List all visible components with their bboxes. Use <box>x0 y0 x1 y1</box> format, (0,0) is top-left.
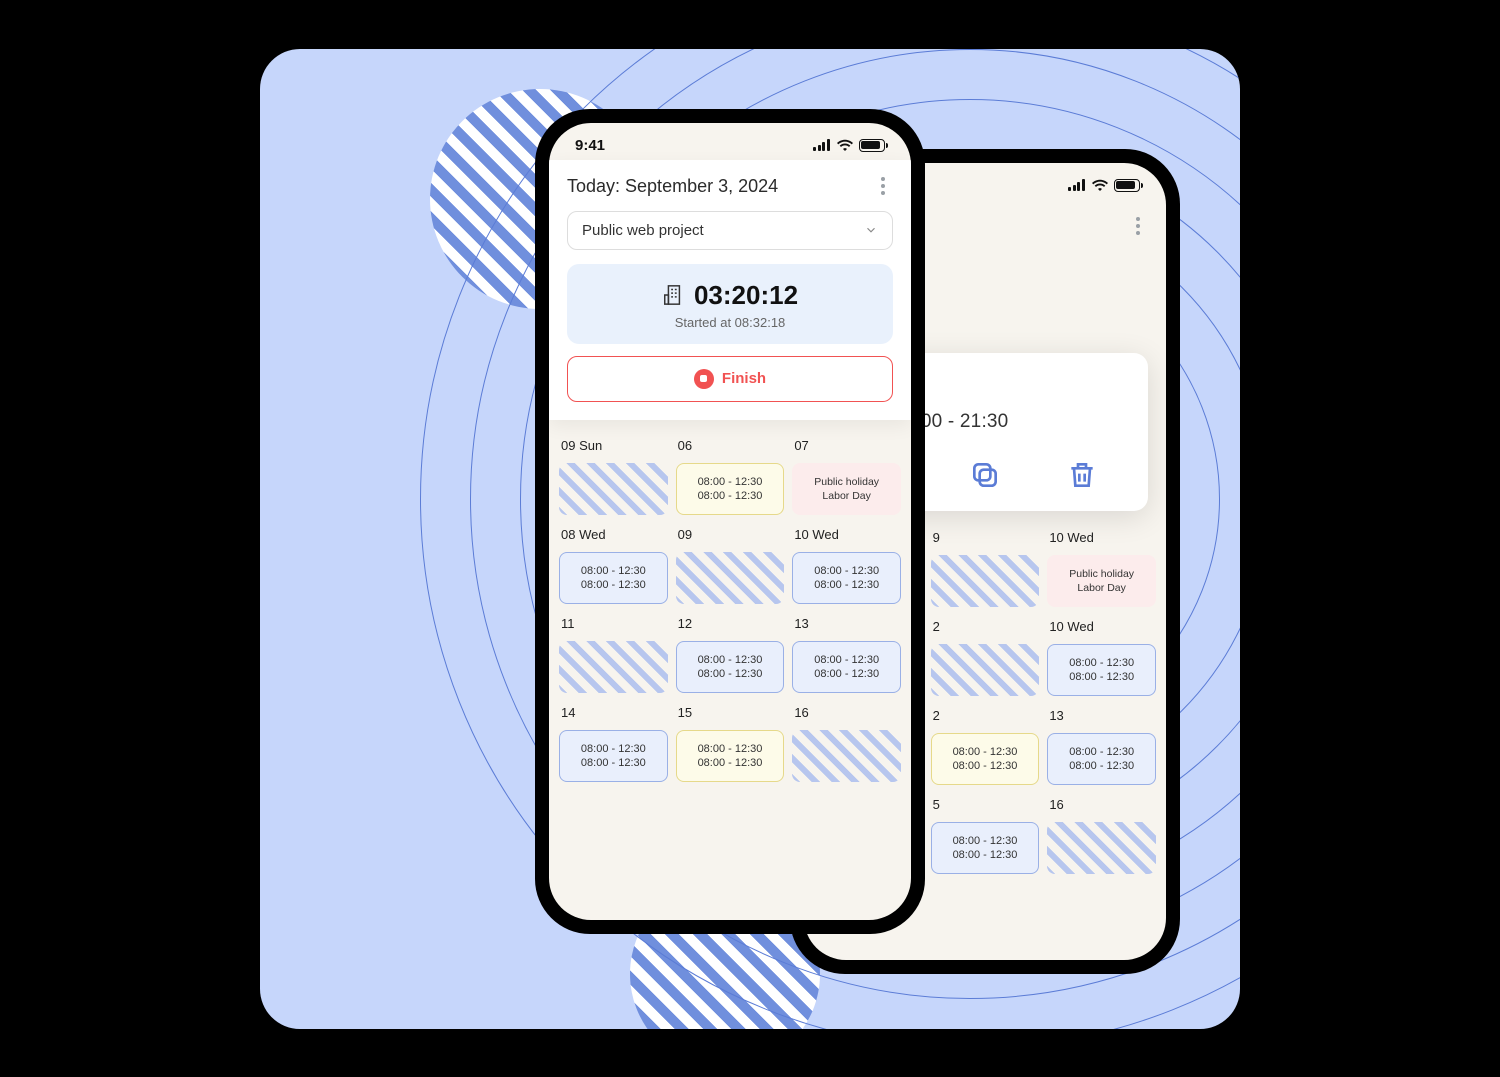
day-label: 09 <box>676 521 785 546</box>
empty-cell <box>931 555 1040 607</box>
day-label: 15 <box>676 699 785 724</box>
building-icon <box>662 283 684 307</box>
shift-cell[interactable]: 08:00 - 12:3008:00 - 12:30 <box>676 641 785 693</box>
trash-icon[interactable] <box>1066 459 1098 491</box>
schedule-grid: 09 Sun 06 07 08:00 - 12:3008:00 - 12:30 … <box>549 420 911 802</box>
empty-cell <box>1047 822 1156 874</box>
empty-cell <box>792 730 901 782</box>
shift-cell[interactable]: 08:00 - 12:3008:00 - 12:30 <box>931 822 1040 874</box>
shift-cell[interactable]: 08:00 - 12:3008:00 - 12:30 <box>676 730 785 782</box>
day-label: 2 <box>931 613 1040 638</box>
day-label: 08 Wed <box>559 521 668 546</box>
phone-front: 9:41 Today: September 3, 2024 Public web… <box>535 109 925 934</box>
tracking-panel: Today: September 3, 2024 Public web proj… <box>549 160 911 420</box>
day-label: 13 <box>792 610 901 635</box>
day-label: 07 <box>792 432 901 457</box>
holiday-cell[interactable]: Public holidayLabor Day <box>792 463 901 515</box>
wifi-icon <box>837 139 853 151</box>
shift-cell[interactable]: 08:00 - 12:3008:00 - 12:30 <box>1047 733 1156 785</box>
day-label: 5 <box>931 791 1040 816</box>
status-time: 9:41 <box>575 137 605 154</box>
copy-icon[interactable] <box>969 459 1001 491</box>
wifi-icon <box>1092 179 1108 191</box>
holiday-cell[interactable]: Public holidayLabor Day <box>1047 555 1156 607</box>
shift-cell[interactable]: 08:00 - 12:3008:00 - 12:30 <box>676 463 785 515</box>
shift-cell[interactable]: 08:00 - 12:3008:00 - 12:30 <box>559 552 668 604</box>
battery-icon <box>1114 179 1140 192</box>
chevron-down-icon <box>864 223 878 237</box>
day-label: 11 <box>559 610 668 635</box>
day-label: 16 <box>1047 791 1156 816</box>
signal-icon <box>813 139 831 151</box>
day-label: 06 <box>676 432 785 457</box>
day-label: 14 <box>559 699 668 724</box>
more-menu-button[interactable] <box>873 177 893 195</box>
status-bar: 9:41 <box>549 123 911 160</box>
page-title: Today: September 3, 2024 <box>567 176 778 197</box>
day-label: 10 Wed <box>1047 613 1156 638</box>
signal-icon <box>1068 179 1086 191</box>
day-label: 9 <box>931 524 1040 549</box>
project-select-value: Public web project <box>582 222 704 239</box>
empty-cell <box>559 641 668 693</box>
day-label: 10 Wed <box>792 521 901 546</box>
more-menu-button[interactable] <box>1128 217 1148 235</box>
finish-button-label: Finish <box>722 370 766 387</box>
day-label: 09 Sun <box>559 432 668 457</box>
shift-cell[interactable]: 08:00 - 12:3008:00 - 12:30 <box>792 641 901 693</box>
timer-started-at: Started at 08:32:18 <box>577 315 883 330</box>
empty-cell <box>931 644 1040 696</box>
stop-icon <box>694 369 714 389</box>
shift-cell[interactable]: 08:00 - 12:3008:00 - 12:30 <box>1047 644 1156 696</box>
empty-cell <box>676 552 785 604</box>
finish-button[interactable]: Finish <box>567 356 893 402</box>
day-label: 13 <box>1047 702 1156 727</box>
shift-cell[interactable]: 08:00 - 12:3008:00 - 12:30 <box>792 552 901 604</box>
day-label: 16 <box>792 699 901 724</box>
shift-cell[interactable]: 08:00 - 12:3008:00 - 12:30 <box>931 733 1040 785</box>
timer-card: 03:20:12 Started at 08:32:18 <box>567 264 893 344</box>
battery-icon <box>859 139 885 152</box>
timer-value: 03:20:12 <box>694 280 798 311</box>
shift-cell[interactable]: 08:00 - 12:3008:00 - 12:30 <box>559 730 668 782</box>
day-label: 12 <box>676 610 785 635</box>
day-label: 10 Wed <box>1047 524 1156 549</box>
day-label: 2 <box>931 702 1040 727</box>
empty-cell <box>559 463 668 515</box>
project-select[interactable]: Public web project <box>567 211 893 250</box>
